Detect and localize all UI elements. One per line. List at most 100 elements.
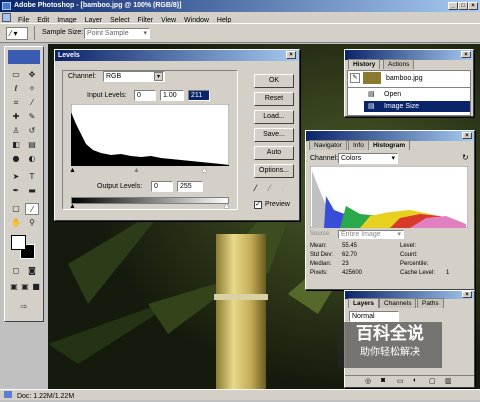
preview-checkbox[interactable]: ✓ — [254, 201, 262, 209]
maximize-icon[interactable]: □ — [458, 2, 468, 10]
quick-mask-mode-icon[interactable]: ◙ — [25, 265, 39, 277]
histogram-palette: × Navigator Info Histogram Channel: Colo… — [305, 130, 475, 290]
ok-button[interactable]: OK — [254, 74, 294, 88]
level-label: Level: — [400, 243, 417, 249]
history-list: ✎ bamboo.jpg ▤ Open ▤ Image Size — [347, 70, 471, 116]
output-black-field[interactable]: 0 — [151, 181, 173, 192]
type-tool-icon[interactable]: T — [25, 171, 39, 183]
healing-brush-tool-icon[interactable]: ✚ — [9, 111, 23, 123]
adjustment-layer-icon[interactable]: ◐ — [413, 377, 417, 384]
history-item-open[interactable]: Open — [384, 91, 401, 98]
close-icon[interactable]: × — [468, 2, 478, 10]
channel-select[interactable]: RGB ▾ — [103, 71, 165, 82]
tab-histogram[interactable]: Histogram — [368, 140, 411, 150]
title-bar: Adobe Photoshop - [bamboo.jpg @ 100% (RG… — [0, 0, 480, 12]
layer-style-icon[interactable]: ◎ — [365, 377, 371, 385]
slice-tool-icon[interactable]: ⁄ — [25, 97, 39, 109]
reset-button[interactable]: Reset — [254, 92, 294, 106]
jump-to-imageready-icon[interactable]: ⇨ — [17, 301, 31, 313]
input-white-field[interactable]: 211 — [188, 90, 210, 101]
blend-mode-select[interactable]: Normal — [349, 311, 399, 322]
input-white-slider-icon[interactable]: ▲ — [201, 167, 208, 174]
save-button[interactable]: Save... — [254, 128, 294, 142]
eyedropper-preset-icon[interactable]: ⁄ ▾ — [6, 27, 28, 40]
blur-tool-icon[interactable]: ● — [9, 153, 23, 165]
input-gamma-field[interactable]: 1.00 — [160, 90, 184, 101]
eraser-tool-icon[interactable]: ◧ — [9, 139, 23, 151]
output-white-slider-icon[interactable]: ▲ — [223, 203, 230, 210]
move-tool-icon[interactable]: ✥ — [25, 69, 39, 81]
foreground-color-swatch[interactable] — [11, 235, 26, 250]
source-select: Entire Image ▾ — [338, 230, 404, 239]
gray-eyedropper-icon[interactable]: ⁄ — [269, 183, 271, 193]
channel-value: RGB — [106, 73, 122, 80]
count-label: Count: — [400, 252, 418, 258]
marquee-tool-icon[interactable]: ▭ — [9, 69, 23, 81]
source-label: Source: — [310, 231, 331, 237]
snapshot-brush-icon[interactable]: ✎ — [350, 73, 360, 83]
document-icon[interactable] — [2, 13, 11, 22]
levels-close-icon[interactable]: × — [286, 51, 296, 59]
minimize-icon[interactable]: _ — [448, 2, 458, 10]
chevron-down-icon: ▾ — [397, 231, 401, 238]
crop-tool-icon[interactable]: ⌗ — [9, 97, 23, 109]
layers-close-icon[interactable]: × — [462, 291, 472, 298]
load-button[interactable]: Load... — [254, 110, 294, 124]
brush-tool-icon[interactable]: ✎ — [25, 111, 39, 123]
input-black-slider-icon[interactable]: ▲ — [69, 167, 76, 174]
options-button[interactable]: Options... — [254, 164, 294, 178]
mean-value: 55.45 — [342, 243, 358, 249]
new-set-icon[interactable]: ▭ — [397, 377, 404, 385]
histogram-channel-select[interactable]: Colors ▾ — [338, 153, 398, 164]
percentile-label: Percentile: — [400, 261, 429, 267]
histogram-channel-value: Colors — [341, 155, 362, 162]
hand-tool-icon[interactable]: ✋ — [9, 217, 23, 229]
history-close-icon[interactable]: × — [461, 51, 471, 58]
tab-history[interactable]: History — [348, 59, 381, 69]
eyedropper-tool-icon[interactable]: ⁄ — [25, 203, 39, 215]
tab-actions[interactable]: Actions — [383, 59, 415, 69]
stamp-tool-icon[interactable]: ♙ — [9, 125, 23, 137]
output-white-field[interactable]: 255 — [177, 181, 203, 192]
history-brush-tool-icon[interactable]: ↺ — [25, 125, 39, 137]
chevron-down-icon: ▾ — [154, 72, 163, 81]
zoom-tool-icon[interactable]: ⚲ — [25, 217, 39, 229]
histogram-chart — [71, 104, 229, 166]
gradient-tool-icon[interactable]: ▤ — [25, 139, 39, 151]
photoshop-app-icon — [2, 2, 11, 10]
watermark-line1: 百科全说 — [356, 324, 424, 344]
snapshot-name[interactable]: bamboo.jpg — [386, 75, 423, 82]
black-eyedropper-icon[interactable]: ⁄ — [255, 183, 257, 193]
tab-navigator[interactable]: Navigator — [309, 140, 347, 150]
snapshot-thumbnail[interactable] — [363, 72, 381, 84]
tab-info[interactable]: Info — [348, 140, 369, 150]
dodge-tool-icon[interactable]: ◐ — [25, 153, 39, 165]
path-selection-tool-icon[interactable]: ➤ — [9, 171, 23, 183]
magic-wand-tool-icon[interactable]: ✧ — [25, 83, 39, 95]
trash-icon[interactable]: ▥ — [445, 377, 452, 385]
sample-size-select[interactable]: Point Sample ▾ — [84, 28, 150, 39]
tab-layers[interactable]: Layers — [348, 298, 379, 308]
standard-mode-icon[interactable]: ◻ — [9, 265, 23, 277]
new-layer-icon[interactable]: ▢ — [429, 377, 436, 385]
input-gamma-slider-icon[interactable]: ▲ — [133, 167, 140, 174]
tab-paths[interactable]: Paths — [417, 298, 444, 308]
pen-tool-icon[interactable]: ✒ — [9, 185, 23, 197]
sample-size-label: Sample Size: — [42, 29, 84, 36]
lasso-tool-icon[interactable]: ℓ — [9, 83, 23, 95]
input-black-field[interactable]: 0 — [134, 90, 156, 101]
screen-mode-full-icon[interactable]: ■ — [29, 281, 43, 293]
output-black-slider-icon[interactable]: ▲ — [69, 203, 76, 210]
notes-tool-icon[interactable]: ▢ — [9, 203, 23, 215]
output-gradient-bar — [71, 197, 229, 204]
shape-tool-icon[interactable]: ▬ — [25, 185, 39, 197]
tab-channels[interactable]: Channels — [379, 298, 417, 308]
feather-logo-icon[interactable] — [8, 50, 40, 64]
auto-button[interactable]: Auto — [254, 146, 294, 160]
layer-mask-icon[interactable]: ◙ — [381, 377, 385, 384]
stddev-value: 62.70 — [342, 252, 358, 258]
histogram-close-icon[interactable]: × — [462, 132, 472, 139]
refresh-icon[interactable]: ↻ — [462, 153, 469, 162]
history-item-image-size[interactable]: Image Size — [384, 103, 419, 110]
white-eyedropper-icon[interactable]: ⁄ — [283, 183, 285, 193]
